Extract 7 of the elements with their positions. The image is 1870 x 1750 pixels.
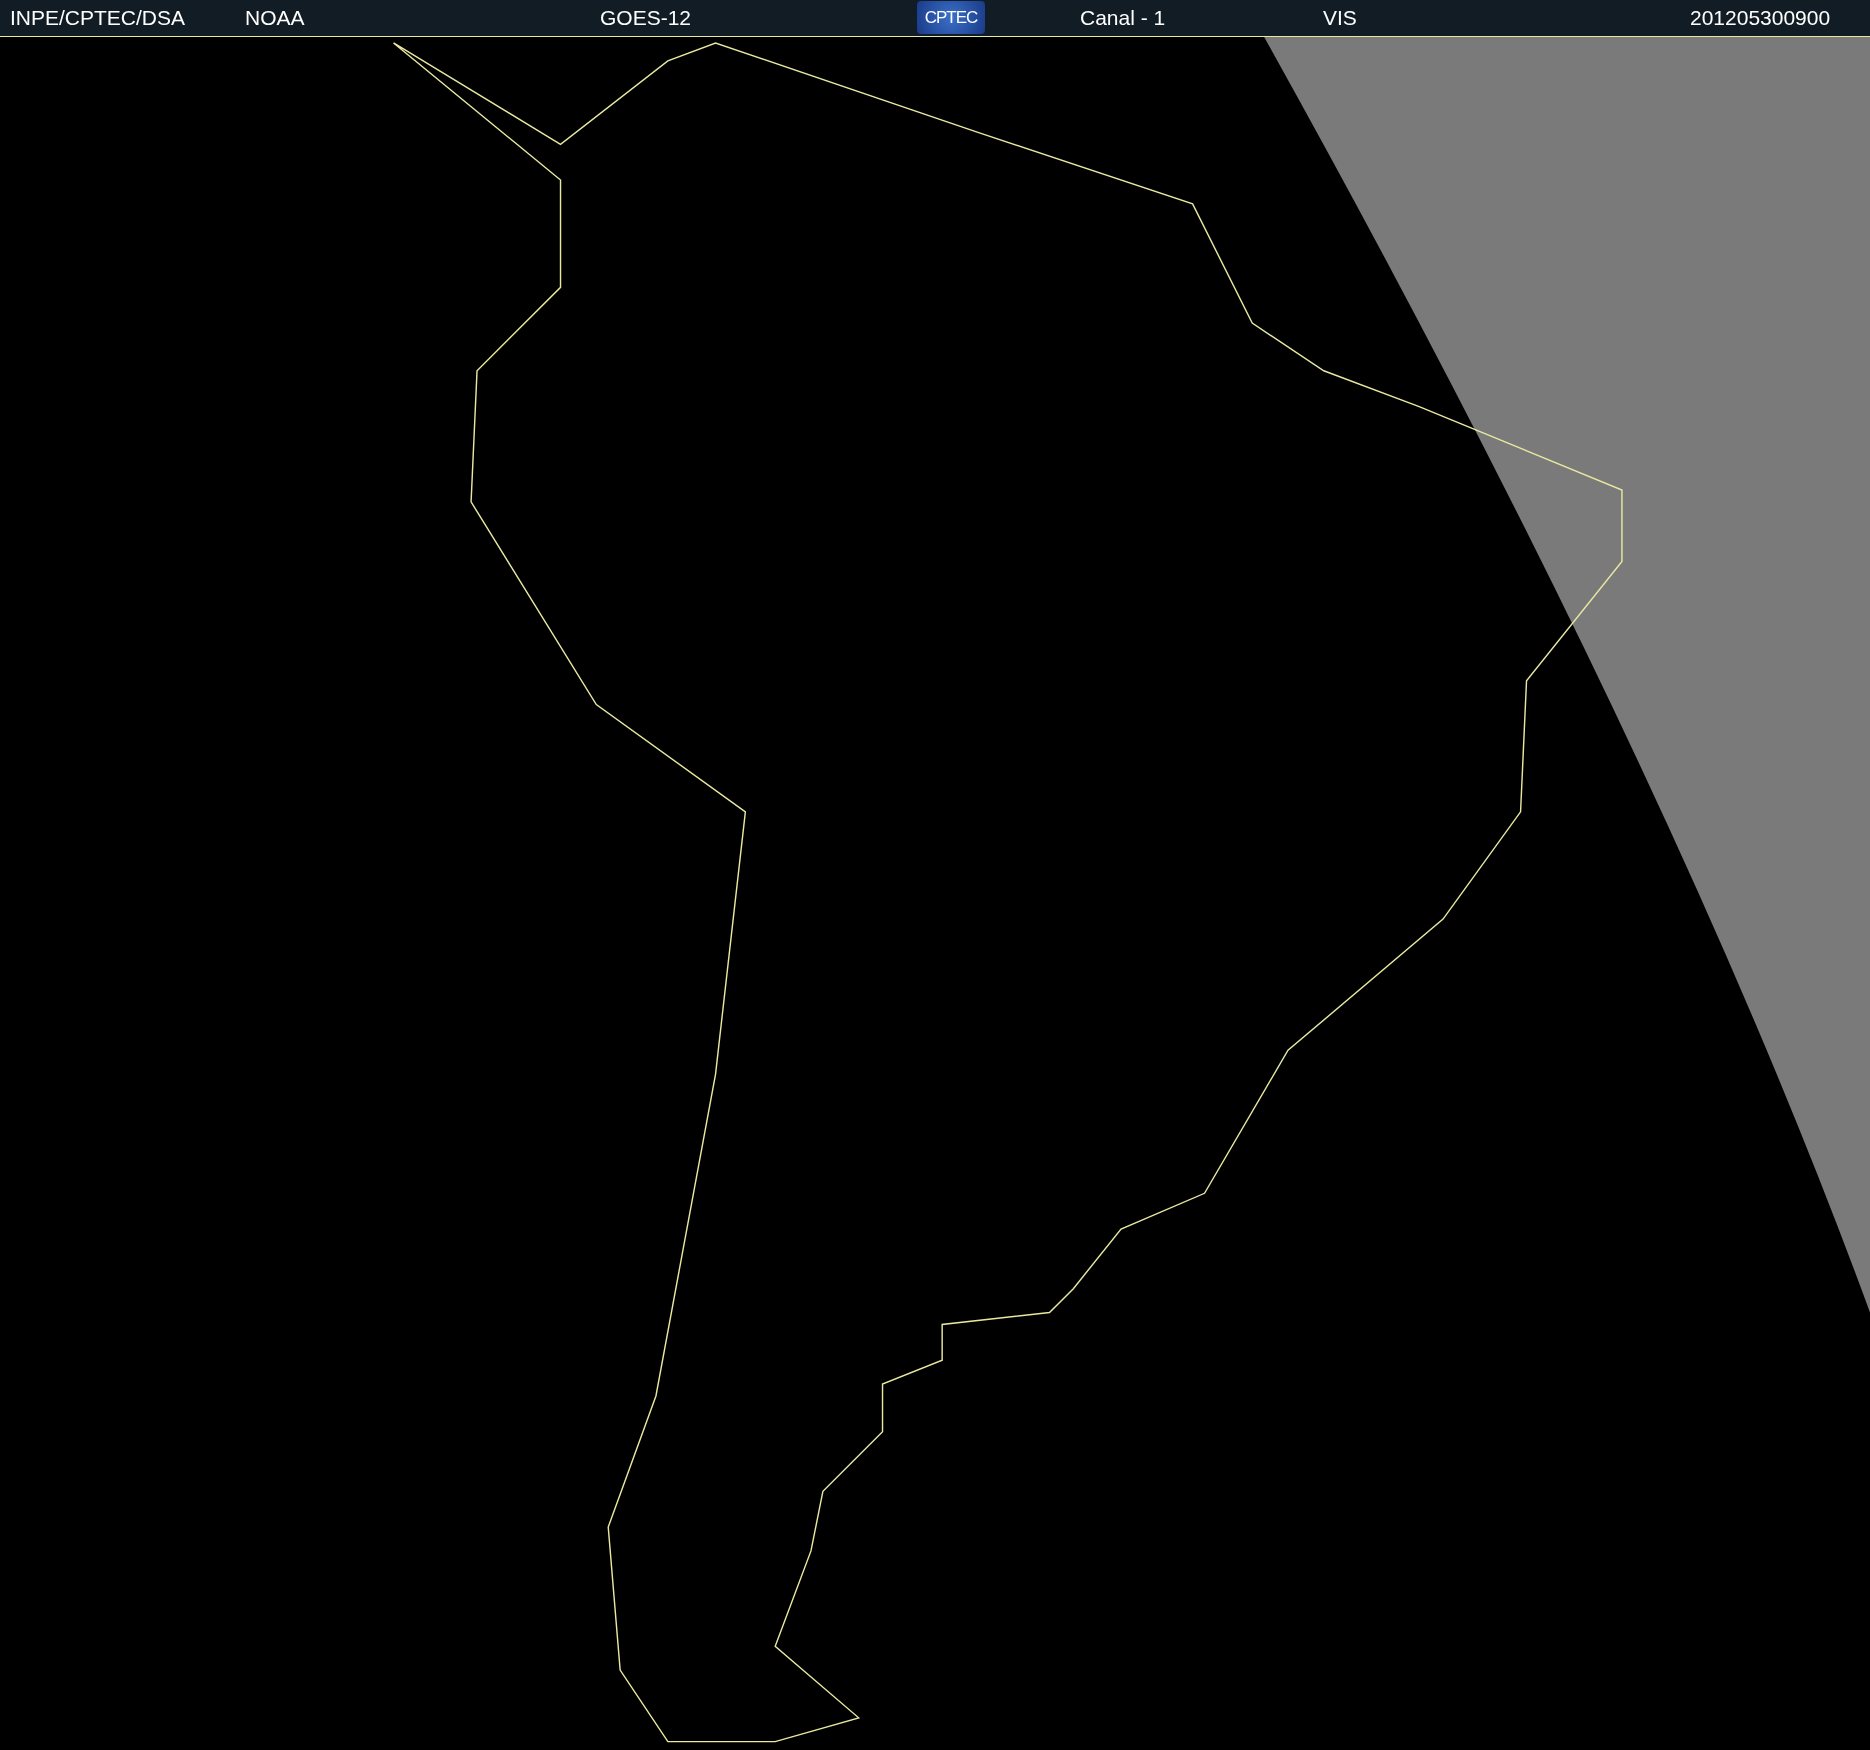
header-label: 201205300900 [1690, 5, 1831, 31]
header-label: GOES-12 [600, 5, 692, 31]
header-label: VIS [1323, 5, 1357, 31]
logo: CPTEC [917, 1, 985, 34]
header-label: INPE/CPTEC/DSA [10, 5, 186, 31]
header-label: Canal - 1 [1080, 5, 1166, 31]
header-label: NOAA [245, 5, 305, 31]
